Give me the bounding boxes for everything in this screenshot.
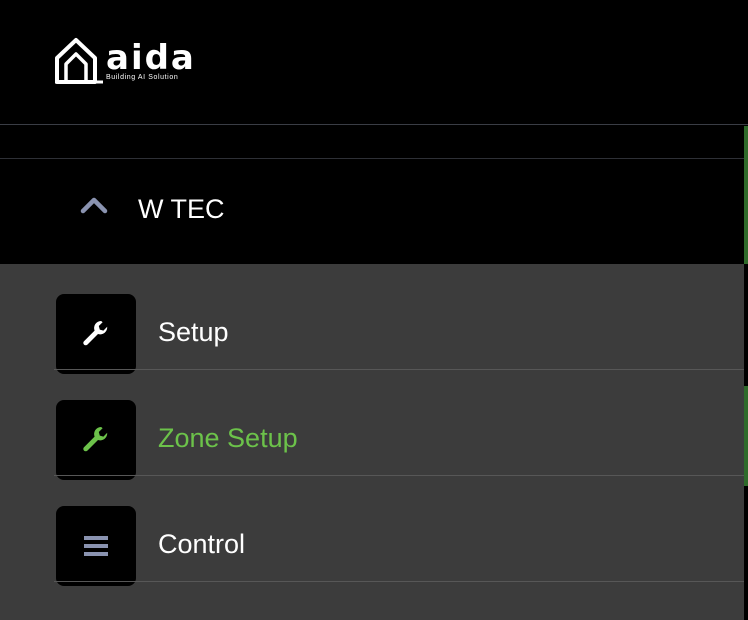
brand-name: aida xyxy=(106,38,196,78)
menu-item-setup[interactable]: Setup xyxy=(54,264,744,374)
menu-item-label: Setup xyxy=(158,317,229,347)
brand-logo[interactable]: aida Building AI Solution xyxy=(54,36,204,86)
site-group-toggle[interactable]: W TEC xyxy=(0,159,744,264)
item-divider xyxy=(54,581,744,582)
adjacent-panel-edge xyxy=(744,126,748,620)
menu-item-label: Control xyxy=(158,529,246,559)
menu-item-label-active: Zone Setup xyxy=(158,423,298,453)
menu-icon-tile xyxy=(56,506,136,586)
menu-item-control[interactable]: Control xyxy=(54,476,744,586)
wrench-icon xyxy=(83,321,108,346)
edge-accent xyxy=(744,386,748,486)
wrench-icon xyxy=(83,427,108,452)
sidebar-header: aida Building AI Solution xyxy=(0,0,748,124)
app-sidebar: aida Building AI Solution W TEC Setup Zo… xyxy=(0,0,748,620)
menu-icon xyxy=(84,536,108,556)
house-logo-icon xyxy=(55,38,103,84)
edge-accent xyxy=(744,126,748,264)
menu-item-zone-setup[interactable]: Zone Setup xyxy=(54,370,744,480)
site-submenu: Setup Zone Setup Control xyxy=(0,264,744,620)
header-divider xyxy=(0,124,748,125)
menu-icon-tile xyxy=(56,400,136,480)
brand-tagline: Building AI Solution xyxy=(106,74,179,81)
menu-icon-tile xyxy=(56,294,136,374)
site-name: W TEC xyxy=(138,194,225,224)
chevron-up-icon xyxy=(80,197,108,214)
